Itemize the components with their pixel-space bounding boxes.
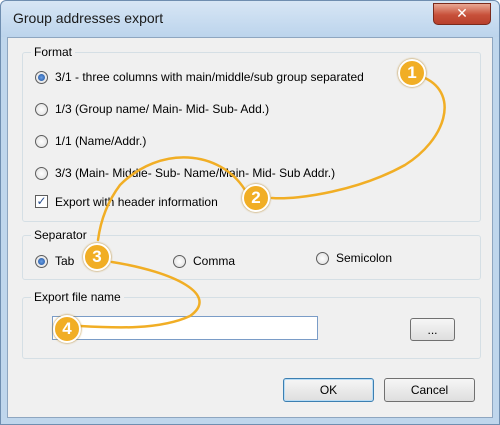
checkmark-icon: ✓ [36, 194, 47, 208]
separator-radio-tab[interactable] [35, 255, 48, 268]
callout-badge-4: 4 [53, 315, 81, 343]
close-button[interactable]: ✕ [433, 3, 491, 25]
dialog-client-area: Format 3/1 - three columns with main/mid… [7, 37, 493, 418]
export-file-name-input[interactable] [52, 316, 318, 340]
separator-semicolon-label: Semicolon [336, 251, 393, 265]
dialog-window: Group addresses export ✕ Format 3/1 - th… [0, 0, 500, 425]
callout-badge-2: 2 [242, 184, 270, 212]
format-legend: Format [31, 45, 76, 59]
header-info-label: Export with header information [55, 195, 218, 209]
format-option-3-1-label: 3/1 - three columns with main/middle/sub… [55, 70, 364, 84]
close-icon: ✕ [456, 5, 468, 21]
callout-badge-3: 3 [83, 243, 111, 271]
export-file-legend: Export file name [31, 290, 124, 304]
separator-tab-label: Tab [55, 254, 75, 268]
callout-badge-1: 1 [398, 59, 426, 87]
separator-comma-label: Comma [193, 254, 236, 268]
ok-button[interactable]: OK [283, 378, 374, 402]
window-title: Group addresses export [13, 10, 164, 26]
format-radio-1-3[interactable] [35, 103, 48, 116]
format-option-1-3-label: 1/3 (Group name/ Main- Mid- Sub- Add.) [55, 102, 270, 116]
format-option-3-3-label: 3/3 (Main- Middle- Sub- Name/Main- Mid- … [55, 166, 336, 180]
format-radio-3-3[interactable] [35, 167, 48, 180]
cancel-button[interactable]: Cancel [384, 378, 475, 402]
format-radio-1-1[interactable] [35, 135, 48, 148]
separator-radio-semicolon[interactable] [316, 252, 329, 265]
title-bar[interactable]: Group addresses export ✕ [1, 1, 499, 37]
header-info-checkbox[interactable]: ✓ [35, 195, 48, 208]
browse-button[interactable]: ... [410, 318, 455, 341]
format-radio-3-1[interactable] [35, 71, 48, 84]
separator-radio-comma[interactable] [173, 255, 186, 268]
format-option-1-1-label: 1/1 (Name/Addr.) [55, 134, 147, 148]
separator-legend: Separator [31, 228, 90, 242]
